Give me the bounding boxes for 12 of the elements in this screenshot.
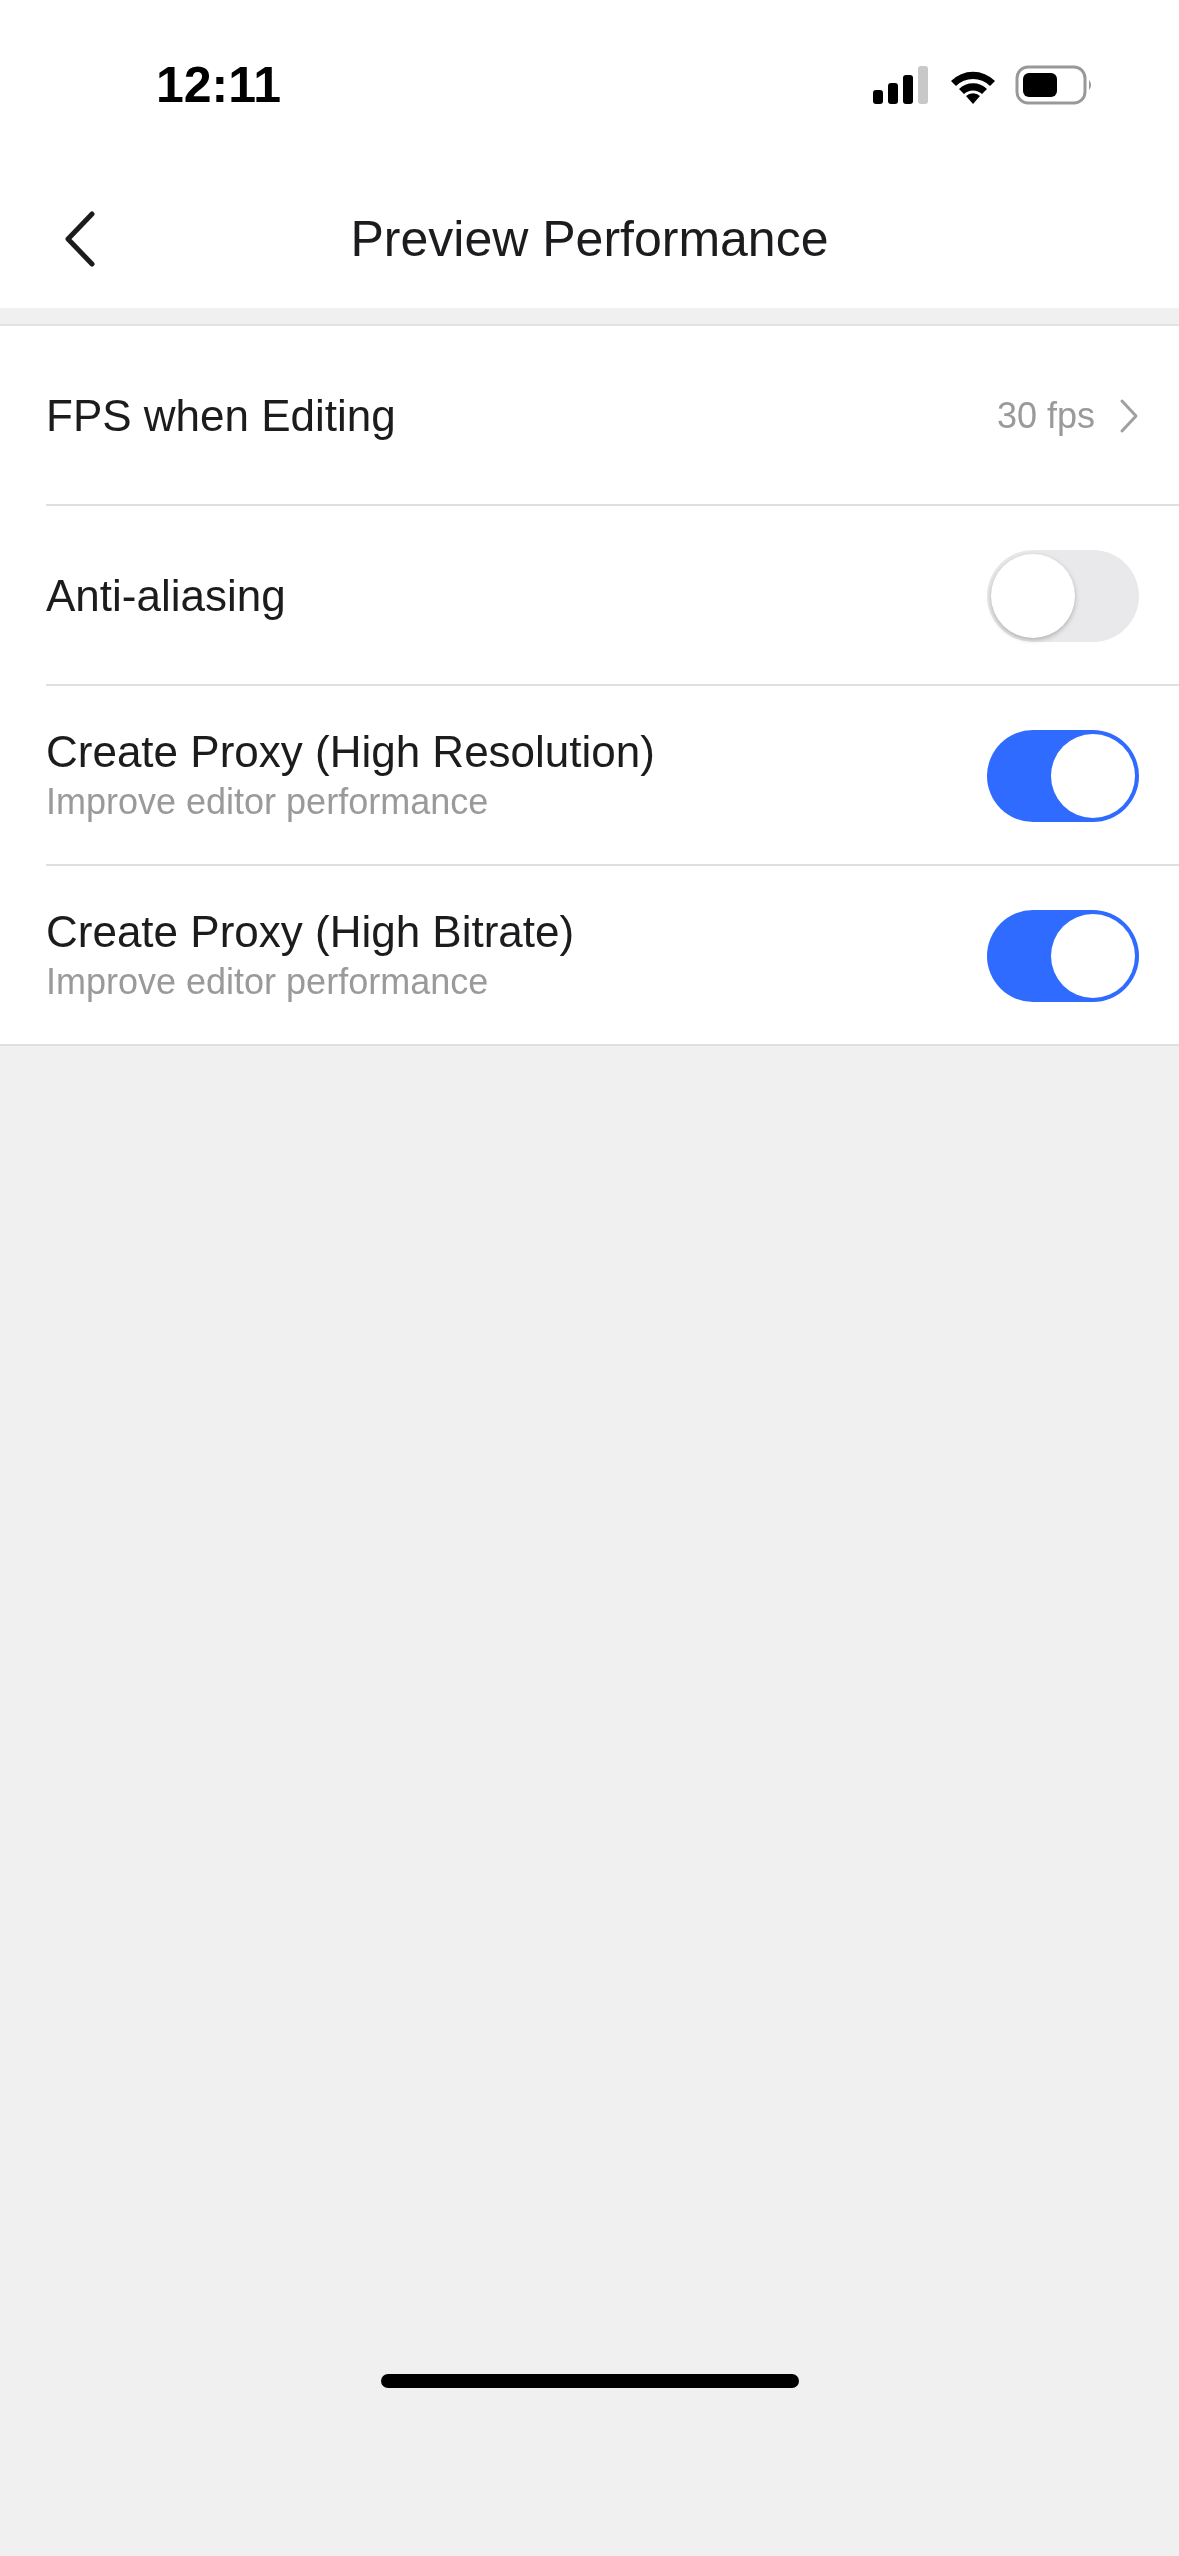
signal-icon — [873, 66, 931, 104]
clock-time: 12:11 — [156, 55, 282, 115]
chevron-icon — [1119, 398, 1139, 434]
back-button[interactable] — [62, 210, 98, 268]
setting-description: Improve editor performance — [46, 780, 490, 824]
setting-label: FPS when Editing — [46, 389, 396, 442]
page-title: Preview Performance — [350, 209, 829, 269]
setting-description: Improve editor performance — [46, 960, 490, 1004]
setting-label: Create Proxy (High Resolution) — [46, 726, 655, 779]
setting-label: Create Proxy (High Bitrate) — [46, 906, 575, 959]
setting-value[interactable]: 30 fps — [996, 389, 1095, 443]
setting-label: Anti-aliasing — [46, 569, 286, 622]
